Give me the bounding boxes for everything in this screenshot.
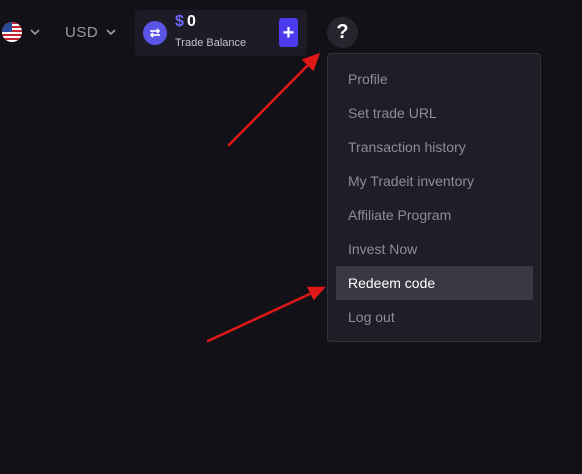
arrow-to-redeem-code-icon: [206, 290, 316, 343]
menu-item-invest-now[interactable]: Invest Now: [336, 232, 533, 266]
help-button[interactable]: ?: [327, 17, 358, 48]
menu-item-inventory[interactable]: My Tradeit inventory: [336, 164, 533, 198]
add-balance-button[interactable]: +: [279, 18, 298, 47]
arrowhead-icon: [306, 286, 326, 301]
menu-item-transaction-history[interactable]: Transaction history: [336, 130, 533, 164]
chevron-down-icon: [106, 29, 116, 35]
chevron-down-icon[interactable]: [30, 29, 40, 35]
menu-item-log-out[interactable]: Log out: [336, 300, 533, 334]
us-flag-icon[interactable]: [2, 22, 22, 42]
currency-label: USD: [65, 23, 99, 41]
menu-item-profile[interactable]: Profile: [336, 62, 533, 96]
balance-currency-symbol: $: [175, 13, 184, 30]
account-menu: Profile Set trade URL Transaction histor…: [327, 53, 541, 342]
menu-item-redeem-code[interactable]: Redeem code: [336, 266, 533, 300]
balance-amount: 0: [187, 13, 196, 30]
arrow-to-help-icon: [227, 61, 312, 147]
currency-select[interactable]: USD: [65, 22, 116, 42]
swap-icon[interactable]: [143, 21, 167, 45]
trade-balance-widget: $ 0 Trade Balance +: [135, 10, 307, 56]
arrowhead-icon: [301, 52, 321, 72]
balance-label: Trade Balance: [175, 37, 247, 49]
menu-item-set-trade-url[interactable]: Set trade URL: [336, 96, 533, 130]
menu-item-affiliate-program[interactable]: Affiliate Program: [336, 198, 533, 232]
